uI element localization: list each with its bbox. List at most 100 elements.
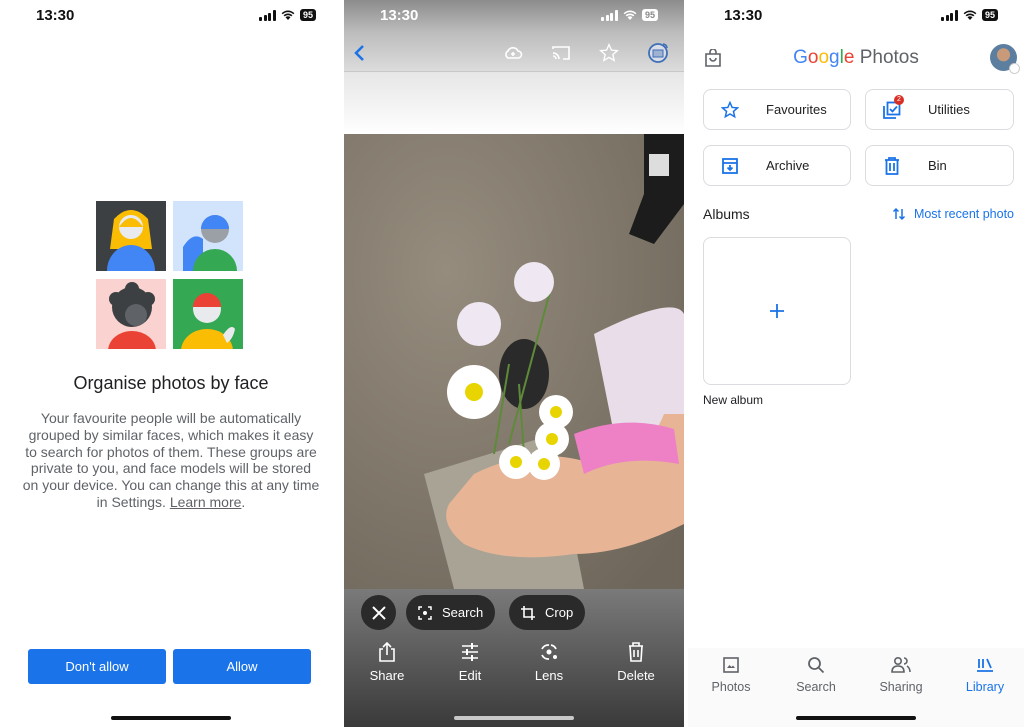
delete-label: Delete	[617, 668, 655, 683]
utilities-label: Utilities	[928, 102, 970, 117]
search-chip-label: Search	[442, 605, 484, 620]
lens-label: Lens	[534, 668, 564, 683]
faces-illustration	[96, 201, 244, 349]
dont-allow-button[interactable]: Don't allow	[28, 649, 166, 684]
trash-icon	[629, 642, 643, 662]
star-icon[interactable]	[598, 42, 620, 64]
archive-icon	[718, 157, 742, 175]
albums-heading: Albums	[703, 206, 750, 222]
delete-action[interactable]: Delete	[606, 642, 666, 683]
edit-label: Edit	[458, 668, 482, 683]
google-photos-logo: Google Photos	[688, 47, 1024, 69]
status-bar: 13:30 95	[0, 0, 342, 32]
edit-sliders-icon	[462, 643, 478, 661]
signal-icon	[601, 9, 618, 21]
backup-off-icon	[1009, 63, 1020, 74]
library-screen: 13:30 95 Google Photos Favourites 2 Util…	[688, 0, 1024, 727]
nav-photos-label: Photos	[711, 680, 751, 694]
nav-sharing[interactable]: Sharing	[866, 656, 936, 694]
nav-search[interactable]: Search	[781, 656, 851, 694]
share-icon	[379, 642, 395, 662]
photos-icon	[723, 657, 739, 673]
face-tile-icon	[96, 201, 166, 271]
allow-button[interactable]: Allow	[173, 649, 311, 684]
nav-sharing-label: Sharing	[879, 680, 923, 694]
new-album-label: New album	[703, 393, 764, 407]
battery-indicator: 95	[981, 9, 998, 21]
face-tile-icon	[96, 278, 166, 349]
new-album-button[interactable]	[703, 237, 851, 385]
favourites-card[interactable]: Favourites	[703, 89, 851, 130]
dialog-title: Organise photos by face	[73, 373, 269, 393]
nav-photos[interactable]: Photos	[696, 656, 766, 694]
sort-label: Most recent photo	[913, 207, 1014, 221]
signal-icon	[941, 9, 958, 21]
search-chip[interactable]: Search	[406, 595, 496, 630]
edit-action[interactable]: Edit	[440, 642, 500, 683]
daisy	[514, 262, 554, 302]
avatar[interactable]	[990, 44, 1020, 74]
battery-indicator: 95	[641, 9, 658, 21]
photo-flowers-in-hand[interactable]	[344, 134, 684, 589]
cloud-upload-icon[interactable]	[502, 42, 524, 64]
bin-card[interactable]: Bin	[865, 145, 1014, 186]
utilities-badge: 2	[894, 94, 904, 105]
daisy	[457, 302, 501, 346]
nav-library-label: Library	[965, 680, 1005, 694]
learn-more-link[interactable]: Learn more	[170, 494, 242, 510]
status-time: 13:30	[724, 7, 763, 24]
daisy	[447, 365, 501, 419]
status-bar: 13:30 95	[688, 0, 1024, 32]
wifi-icon	[281, 10, 295, 20]
lens-search-icon	[418, 605, 432, 620]
face-grouping-screen: 13:30 95 Organise photos by face Your fa…	[0, 0, 342, 727]
face-tile-icon	[173, 278, 243, 349]
close-icon	[371, 605, 386, 620]
home-indicator	[796, 716, 916, 720]
photo-image	[344, 134, 684, 589]
photo-viewer-screen: 13:30 95 Search Crop Share Edit Lens Del…	[344, 0, 684, 727]
wifi-icon	[623, 10, 637, 20]
crop-icon	[521, 605, 535, 620]
archive-card[interactable]: Archive	[703, 145, 851, 186]
wifi-icon	[963, 10, 977, 20]
sharing-icon	[891, 656, 911, 673]
lens-action[interactable]: Lens	[519, 642, 579, 683]
nav-library[interactable]: Library	[950, 656, 1020, 694]
plus-icon	[770, 304, 784, 318]
share-label: Share	[369, 668, 405, 683]
back-icon[interactable]	[349, 42, 371, 64]
trash-icon	[880, 156, 904, 175]
star-icon	[718, 100, 742, 119]
daisy	[528, 448, 560, 480]
logo-google: Google	[793, 47, 855, 68]
library-icon	[977, 658, 993, 672]
cast-icon[interactable]	[550, 42, 572, 64]
lens-icon	[541, 644, 557, 660]
face-tile-icon	[173, 201, 243, 271]
profile-icon[interactable]	[647, 42, 669, 64]
bin-label: Bin	[928, 158, 947, 173]
utilities-card[interactable]: 2 Utilities	[865, 89, 1014, 130]
nav-search-label: Search	[796, 680, 836, 694]
archive-label: Archive	[766, 158, 810, 173]
utilities-icon: 2	[880, 94, 904, 119]
share-action[interactable]: Share	[357, 642, 417, 683]
dialog-body: Your favourite people will be automatica…	[22, 410, 320, 511]
home-indicator	[454, 716, 574, 720]
period: .	[241, 493, 246, 510]
logo-photos: Photos	[854, 47, 919, 68]
viewer-top-space	[344, 72, 684, 134]
sort-most-recent-button[interactable]: Most recent photo	[892, 207, 1014, 221]
status-time: 13:30	[36, 7, 75, 24]
sort-icon	[892, 207, 905, 221]
battery-indicator: 95	[299, 9, 316, 21]
daisy	[499, 445, 533, 479]
favourites-label: Favourites	[766, 102, 827, 117]
status-time: 13:30	[380, 7, 419, 24]
crop-chip[interactable]: Crop	[509, 595, 586, 630]
crop-chip-label: Crop	[545, 605, 574, 620]
close-button[interactable]	[361, 595, 396, 630]
signal-icon	[259, 9, 276, 21]
status-bar: 13:30 95	[344, 0, 684, 32]
